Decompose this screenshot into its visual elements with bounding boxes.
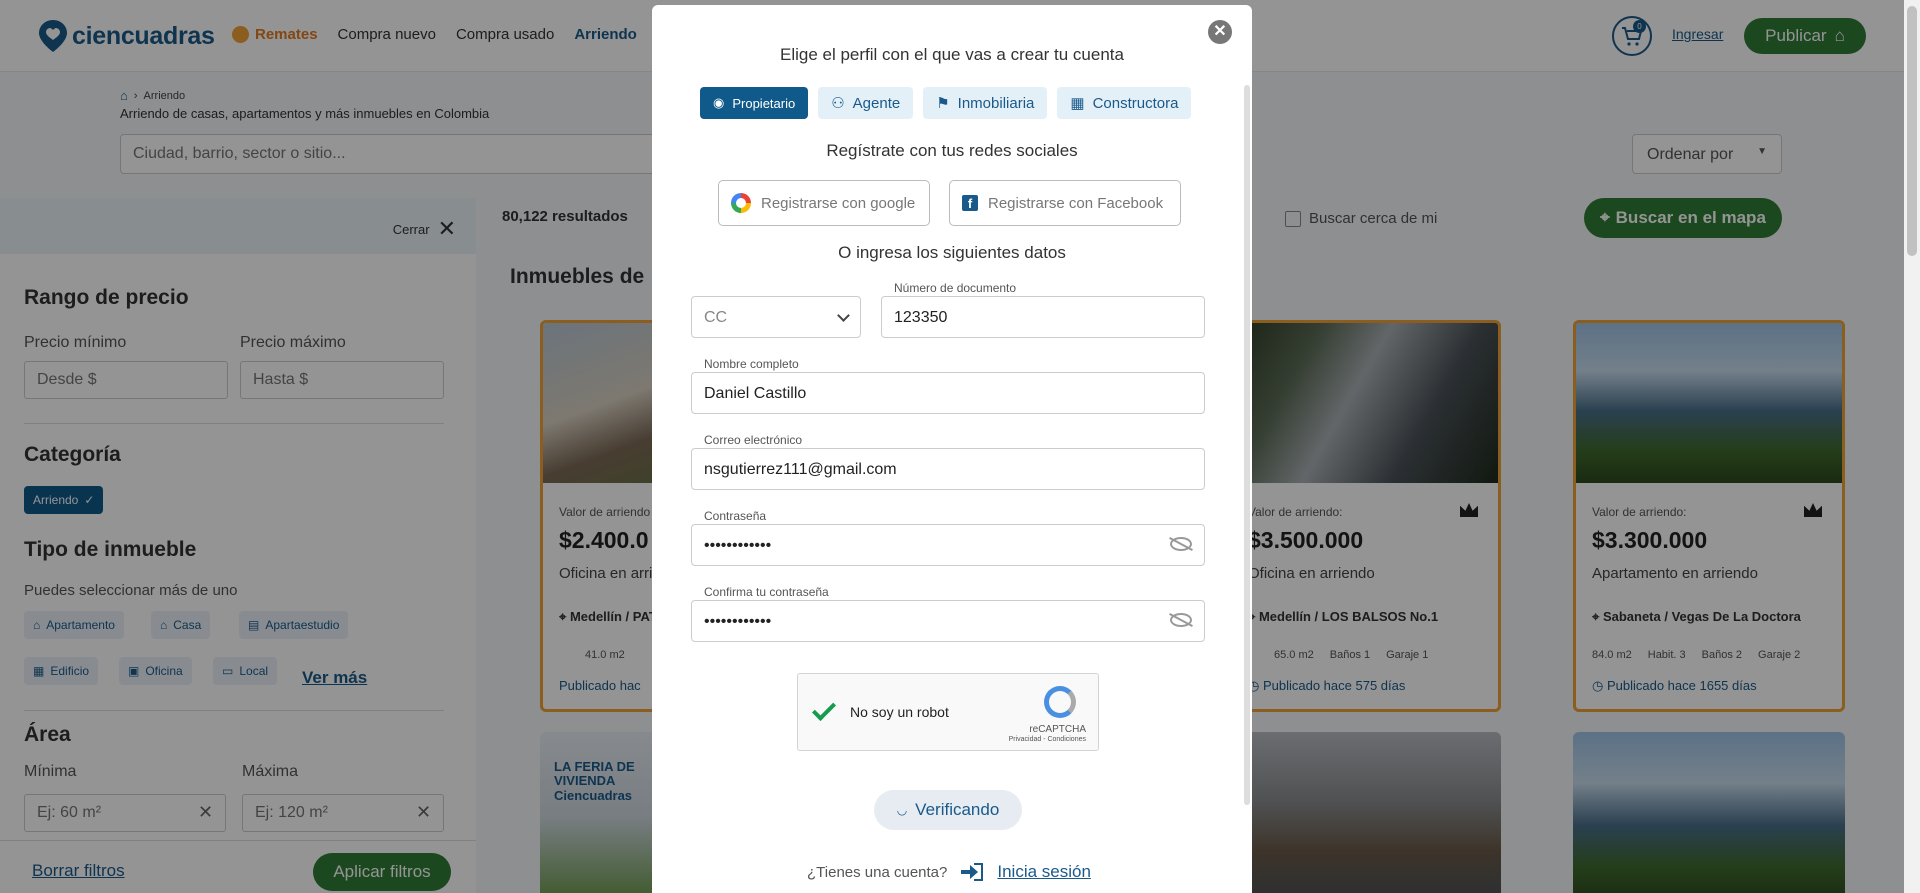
profile-tab-propietario[interactable]: ◉ Propietario (700, 87, 809, 119)
facebook-icon: f (962, 195, 978, 211)
scrollbar-thumb[interactable] (1907, 6, 1917, 256)
recaptcha-widget[interactable]: No soy un robot reCAPTCHA Privacidad - C… (797, 673, 1099, 751)
have-account-text: ¿Tienes una cuenta? (807, 863, 948, 881)
confirm-password-label: Confirma tu contraseña (704, 585, 829, 599)
social-title: Regístrate con tus redes sociales (826, 141, 1078, 160)
verify-button[interactable]: ◡ Verificando (874, 790, 1022, 830)
profile-tab-constructora[interactable]: ▦ Constructora (1057, 87, 1192, 119)
google-icon (731, 193, 751, 213)
signup-modal: ✕ Elige el perfil con el que vas a crear… (652, 5, 1252, 893)
password-label: Contraseña (704, 509, 767, 523)
document-number-input[interactable]: 123350 (881, 296, 1205, 338)
recaptcha-brand: reCAPTCHA (1029, 724, 1086, 735)
full-name-label: Nombre completo (704, 357, 799, 371)
recaptcha-links[interactable]: Privacidad - Condiciones (1009, 736, 1086, 743)
verify-label: Verificando (915, 800, 1000, 819)
check-icon (811, 696, 837, 722)
profile-tab-inmobiliaria[interactable]: ⚑ Inmobiliaria (923, 87, 1048, 119)
recaptcha-icon (1044, 686, 1076, 718)
modal-title: Elige el perfil con el que vas a crear t… (780, 45, 1124, 64)
modal-scrollbar[interactable] (1244, 85, 1250, 805)
confirm-password-value: •••••••••••• (704, 613, 772, 630)
chevron-down-icon (837, 309, 850, 322)
password-value: •••••••••••• (704, 537, 772, 554)
user-icon: ◉ (713, 95, 725, 110)
password-input[interactable]: •••••••••••• (691, 524, 1205, 566)
building-icon: ▦ (1070, 95, 1085, 112)
login-link[interactable]: Inicia sesión (997, 862, 1091, 882)
confirm-password-input[interactable]: •••••••••••• (691, 600, 1205, 642)
close-modal-button[interactable]: ✕ (1208, 20, 1232, 44)
email-label: Correo electrónico (704, 433, 803, 447)
profile-tab-label: Inmobiliaria (957, 94, 1035, 112)
profile-tab-label: Constructora (1092, 94, 1179, 112)
google-signup-label: Registrarse con google (761, 194, 916, 212)
facebook-signup-button[interactable]: f Registrarse con Facebook (949, 180, 1181, 226)
recaptcha-label: No soy un robot (850, 704, 949, 720)
spinner-icon: ◡ (896, 803, 908, 817)
eye-off-icon[interactable] (1170, 613, 1192, 627)
email-input[interactable]: nsgutierrez111@gmail.com (691, 448, 1205, 490)
flag-icon: ⚑ (936, 95, 950, 112)
login-prompt: ¿Tienes una cuenta? Inicia sesión (807, 862, 1091, 882)
document-type-value: CC (704, 309, 728, 326)
document-number-label: Número de documento (894, 281, 1017, 295)
page-scrollbar[interactable] (1904, 0, 1920, 893)
profile-tab-agente[interactable]: ⚇ Agente (818, 87, 914, 119)
google-signup-button[interactable]: Registrarse con google (718, 180, 930, 226)
profile-tab-label: Propietario (732, 95, 796, 111)
facebook-signup-label: Registrarse con Facebook (988, 194, 1164, 212)
document-type-select[interactable]: CC (691, 296, 861, 338)
full-name-input[interactable]: Daniel Castillo (691, 372, 1205, 414)
eye-off-icon[interactable] (1170, 537, 1192, 551)
or-title: O ingresa los siguientes datos (838, 243, 1066, 262)
profile-tab-label: Agente (852, 94, 901, 112)
profile-tabs: ◉ Propietario ⚇ Agente ⚑ Inmobiliaria ▦ Cons… (700, 87, 1192, 119)
agent-icon: ⚇ (831, 95, 845, 112)
login-arrow-icon (961, 863, 984, 881)
